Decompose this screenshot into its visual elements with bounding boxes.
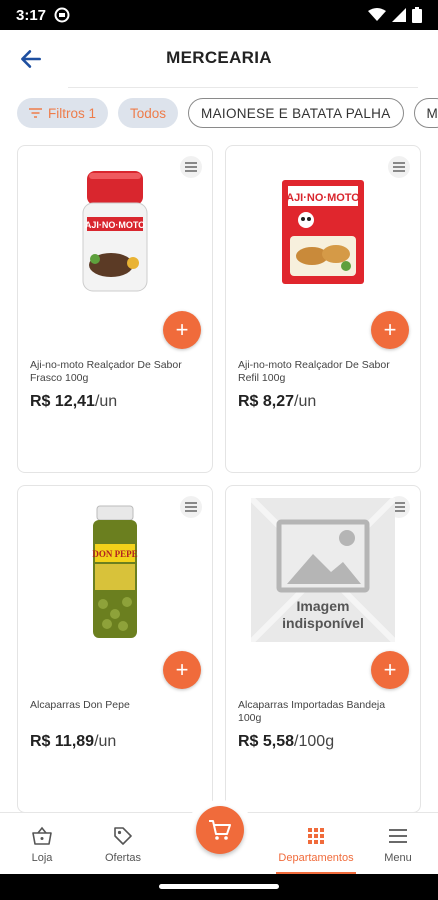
product-name[interactable]: Alcaparras Don Pepe	[30, 699, 200, 712]
nav-ofertas[interactable]: Ofertas	[84, 813, 162, 875]
filter-icon	[29, 108, 42, 118]
product-price: R$ 5,58/100g	[238, 733, 334, 751]
nav-loja-label: Loja	[31, 851, 53, 864]
nav-ofertas-label: Ofertas	[104, 851, 142, 864]
chip-todos[interactable]: Todos	[118, 98, 179, 128]
battery-icon	[412, 7, 422, 23]
chip-maionese-label: MAIONESE E BATATA PALHA	[201, 105, 391, 121]
home-gesture-pill[interactable]	[159, 884, 279, 889]
product-image[interactable]: DON PEPE	[45, 502, 185, 642]
cart-button[interactable]	[196, 806, 244, 854]
product-price: R$ 8,27/un	[238, 393, 316, 411]
price-unit: /un	[294, 393, 317, 410]
product-name[interactable]: Alcaparras Importadas Bandeja 100g	[238, 699, 408, 725]
svg-text:DON PEPE: DON PEPE	[92, 549, 137, 559]
price-value: R$ 5,58	[238, 733, 295, 750]
grid-icon	[305, 825, 327, 847]
product-image[interactable]: AJI·NO·MOTO	[45, 162, 185, 302]
image-unavailable-placeholder: Imagem indisponível	[251, 498, 395, 642]
product-price: R$ 12,41/un	[30, 393, 117, 411]
price-value: R$ 12,41	[30, 393, 95, 410]
price-value: R$ 8,27	[238, 393, 295, 410]
product-card[interactable]: AJI·NO·MOTO + Aji-no-moto Realçador De S…	[225, 145, 421, 473]
price-unit: /un	[94, 733, 117, 750]
app-bar: MERCEARIA	[0, 30, 438, 86]
menu-icon	[387, 825, 409, 847]
nav-menu[interactable]: Menu	[358, 813, 438, 875]
product-card[interactable]: DON PEPE + Alcaparras Don Pepe R$ 11,89/…	[17, 485, 213, 813]
product-name[interactable]: Aji-no-moto Realçador De Sabor Refil 100…	[238, 359, 408, 385]
nav-departamentos[interactable]: Departamentos	[276, 813, 356, 875]
signal-icon	[392, 8, 406, 22]
price-unit: /un	[94, 393, 118, 410]
product-name[interactable]: Aji-no-moto Realçador De Sabor Frasco 10…	[30, 359, 200, 385]
status-app-icon	[54, 7, 70, 23]
chip-todos-label: Todos	[130, 105, 167, 121]
chip-next-label: M	[426, 105, 438, 121]
nav-departamentos-label: Departamentos	[278, 851, 354, 864]
nav-menu-label: Menu	[384, 851, 412, 864]
placeholder-text-line2: indisponível	[282, 615, 364, 631]
filters-chip-label: Filtros 1	[48, 105, 97, 121]
add-to-cart-button[interactable]: +	[371, 651, 409, 689]
chip-next[interactable]: M	[413, 98, 438, 128]
tag-icon	[112, 825, 134, 847]
cart-icon	[209, 820, 231, 840]
product-price: R$ 11,89/un	[30, 733, 116, 751]
add-to-cart-button[interactable]: +	[163, 311, 201, 349]
price-unit: /100g	[294, 733, 335, 750]
add-to-cart-button[interactable]: +	[163, 651, 201, 689]
back-arrow-icon[interactable]	[18, 46, 44, 72]
system-navigation-bar	[0, 874, 438, 900]
filters-chip[interactable]: Filtros 1	[17, 98, 109, 128]
svg-text:AJI·NO·MOTO: AJI·NO·MOTO	[286, 192, 360, 204]
product-image[interactable]: AJI·NO·MOTO	[253, 162, 393, 302]
basket-icon	[31, 825, 53, 847]
filter-chips: Filtros 1 Todos MAIONESE E BATATA PALHA …	[17, 98, 438, 128]
header-divider	[68, 87, 418, 88]
add-to-cart-button[interactable]: +	[371, 311, 409, 349]
status-bar: 3:17	[0, 0, 438, 30]
status-time: 3:17	[16, 6, 47, 24]
product-card[interactable]: Imagem indisponível + Alcaparras Importa…	[225, 485, 421, 813]
wifi-icon	[368, 8, 386, 21]
product-card[interactable]: AJI·NO·MOTO + Aji-no-moto Realçador De S…	[17, 145, 213, 473]
nav-loja[interactable]: Loja	[0, 813, 84, 875]
price-value: R$ 11,89	[30, 733, 95, 750]
page-title: MERCEARIA	[166, 48, 272, 67]
chip-maionese[interactable]: MAIONESE E BATATA PALHA	[188, 98, 404, 128]
svg-text:AJI·NO·MOTO: AJI·NO·MOTO	[85, 220, 145, 230]
placeholder-text-line1: Imagem	[297, 598, 350, 614]
